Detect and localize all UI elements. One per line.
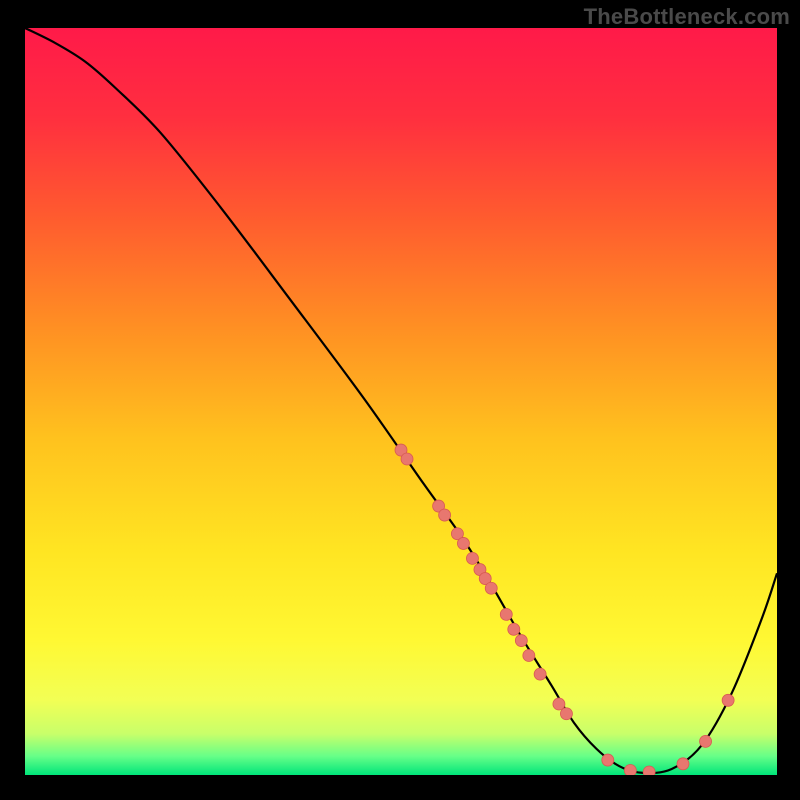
data-point [560,708,572,720]
data-point [602,754,614,766]
data-point [485,582,497,594]
data-point [515,635,527,647]
data-point [401,453,413,465]
watermark-text: TheBottleneck.com [584,4,790,30]
chart-canvas [0,0,800,800]
data-point [677,758,689,770]
data-point [643,766,655,778]
data-point [624,765,636,777]
data-point [439,509,451,521]
data-point [523,649,535,661]
data-point [700,735,712,747]
plot-background [25,28,777,775]
data-point [722,694,734,706]
data-point [534,668,546,680]
data-point [457,537,469,549]
chart-frame: TheBottleneck.com [0,0,800,800]
data-point [466,552,478,564]
data-point [508,623,520,635]
data-point [553,698,565,710]
data-point [500,608,512,620]
